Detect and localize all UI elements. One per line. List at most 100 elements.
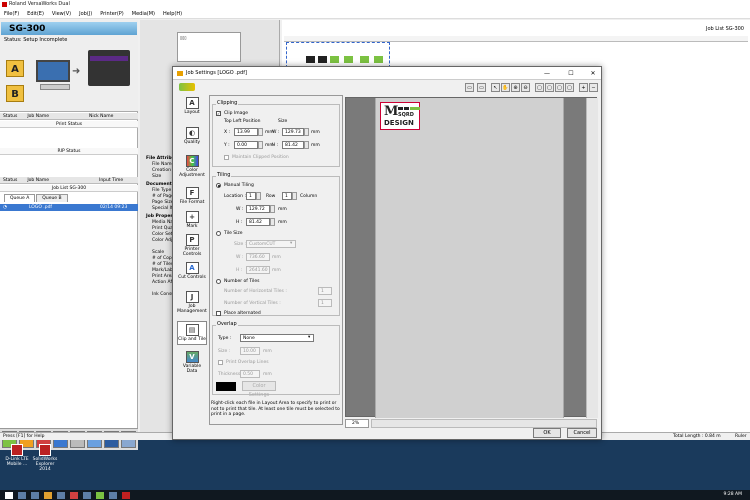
vertical-tiles-field[interactable]: 1 bbox=[318, 299, 332, 307]
tile-w-field[interactable]: 129.72 bbox=[246, 205, 270, 213]
fit-height-icon[interactable]: ▢ bbox=[555, 83, 564, 92]
overlap-type-select[interactable]: None bbox=[240, 334, 314, 342]
overlap-size-field[interactable]: 10.00 bbox=[240, 347, 260, 355]
sidebar-item-cut-controls[interactable]: A Cut Controls bbox=[177, 262, 207, 280]
hand-icon[interactable]: ✋ bbox=[501, 83, 510, 92]
cancel-button[interactable]: Cancel bbox=[567, 428, 597, 438]
tile-h-field[interactable]: 81.42 bbox=[246, 218, 270, 226]
taskbar-app-icon[interactable] bbox=[31, 491, 39, 499]
job-row[interactable]: ◔ LOGO .pdf 02/14 09:23 bbox=[0, 204, 138, 211]
ok-button[interactable]: OK bbox=[533, 428, 561, 438]
tile-size-select[interactable]: CustomCUT bbox=[246, 240, 296, 248]
taskbar-app-icon[interactable] bbox=[109, 491, 117, 499]
clip-w-spinner[interactable] bbox=[304, 128, 309, 136]
clip-h-spinner[interactable] bbox=[304, 141, 309, 149]
sidebar-item-printer-controls[interactable]: P Printer Controls bbox=[177, 234, 207, 257]
settings-toolbar-icon[interactable] bbox=[179, 83, 195, 91]
desktop-icon-dlink[interactable]: D-Link LTE Mobile ... bbox=[2, 444, 32, 467]
col-nick-name[interactable]: Nick Name bbox=[49, 113, 113, 119]
clip-y-field[interactable]: 0.00 bbox=[234, 141, 258, 149]
menu-edit[interactable]: Edit(E) bbox=[23, 9, 48, 18]
color-settings-button[interactable]: Color Settings bbox=[242, 381, 276, 398]
taskbar-app-icon[interactable] bbox=[122, 491, 130, 499]
chevron-down-icon[interactable]: ▾ bbox=[290, 241, 292, 246]
clip-x-spinner[interactable] bbox=[258, 128, 263, 136]
close-icon[interactable]: ✕ bbox=[585, 67, 601, 80]
remove-icon[interactable]: − bbox=[589, 83, 598, 92]
col-job-name[interactable]: Job Name bbox=[17, 177, 49, 183]
layout-media-sheet[interactable] bbox=[286, 42, 390, 68]
actual-size-icon[interactable]: ▢ bbox=[565, 83, 574, 92]
number-of-tiles-radio[interactable] bbox=[216, 279, 221, 284]
queue-a-button[interactable]: A bbox=[6, 60, 24, 77]
overlap-color-swatch[interactable] bbox=[216, 382, 236, 391]
taskbar-app-icon[interactable] bbox=[96, 491, 104, 499]
chevron-down-icon[interactable]: ▾ bbox=[308, 335, 310, 340]
menu-printer[interactable]: Printer(P) bbox=[96, 9, 128, 18]
row-spinner[interactable] bbox=[292, 192, 297, 200]
preview-area[interactable]: M SQRD DESIGN bbox=[345, 97, 598, 418]
tab-queue-a[interactable]: Queue A bbox=[4, 194, 36, 202]
tile-size-h-field[interactable]: 2641.60 bbox=[246, 266, 270, 274]
job-thumbnail[interactable]: ▯▯▯ bbox=[177, 32, 241, 62]
menu-media[interactable]: Media(M) bbox=[128, 9, 159, 18]
taskbar-app-icon[interactable] bbox=[18, 491, 26, 499]
sidebar-item-layout[interactable]: A Layout bbox=[177, 97, 207, 115]
thickness-field[interactable]: 0.50 bbox=[240, 370, 260, 378]
zoom-in-icon[interactable]: ⊕ bbox=[511, 83, 520, 92]
sidebar-item-mark[interactable]: + Mark bbox=[177, 211, 207, 229]
menu-job[interactable]: Job(J) bbox=[75, 9, 96, 18]
clip-image-checkbox[interactable]: ✓ bbox=[216, 111, 221, 116]
location-spinner[interactable] bbox=[256, 192, 261, 200]
pointer-icon[interactable]: ↖ bbox=[491, 83, 500, 92]
desktop-icon-solidworks[interactable]: SolidWorks Explorer 2014 bbox=[30, 444, 60, 472]
col-status[interactable]: Status bbox=[0, 177, 17, 183]
preview-horizontal-scrollbar[interactable] bbox=[371, 419, 597, 428]
menu-view[interactable]: View(V) bbox=[48, 9, 75, 18]
maximize-icon[interactable]: ☐ bbox=[563, 67, 579, 80]
clip-x-field[interactable]: 13.99 bbox=[234, 128, 258, 136]
manual-tiling-radio[interactable] bbox=[216, 183, 221, 188]
col-input-time[interactable]: Input Time bbox=[49, 177, 123, 183]
zoom-out-icon[interactable]: ⊖ bbox=[521, 83, 530, 92]
sidebar-item-file-format[interactable]: F File Format bbox=[177, 187, 207, 205]
row-field[interactable]: 1 bbox=[282, 192, 292, 200]
sidebar-item-job-management[interactable]: J Job Management bbox=[177, 291, 207, 314]
menu-file[interactable]: File(F) bbox=[0, 9, 23, 18]
taskbar-app-icon[interactable] bbox=[44, 491, 52, 499]
sidebar-item-quality[interactable]: ◐ Quality bbox=[177, 127, 207, 145]
place-alternated-checkbox[interactable] bbox=[216, 311, 221, 316]
add-icon[interactable]: + bbox=[579, 83, 588, 92]
taskbar-clock[interactable]: 9:28 AM bbox=[724, 490, 743, 500]
fit-width-icon[interactable]: ▢ bbox=[545, 83, 554, 92]
sidebar-item-color-adjustment[interactable]: C Color Adjustment bbox=[177, 155, 207, 178]
tab-queue-b[interactable]: Queue B bbox=[36, 194, 68, 202]
maintain-position-checkbox[interactable] bbox=[224, 155, 229, 160]
open-icon[interactable]: ▭ bbox=[465, 83, 474, 92]
menu-help[interactable]: Help(H) bbox=[159, 9, 186, 18]
minimize-icon[interactable]: — bbox=[539, 67, 555, 80]
clip-h-field[interactable]: 81.42 bbox=[282, 141, 304, 149]
start-icon[interactable] bbox=[5, 491, 13, 499]
zoom-level[interactable]: 2% bbox=[345, 419, 369, 428]
horizontal-tiles-field[interactable]: 1 bbox=[318, 287, 332, 295]
status-ruler[interactable]: Ruler bbox=[735, 433, 747, 441]
taskbar-app-icon[interactable] bbox=[70, 491, 78, 499]
tile-w-spinner[interactable] bbox=[270, 205, 275, 213]
preview-logo[interactable]: M SQRD DESIGN bbox=[380, 102, 420, 130]
clip-w-field[interactable]: 129.73 bbox=[282, 128, 304, 136]
clip-y-spinner[interactable] bbox=[258, 141, 263, 149]
fit-page-icon[interactable]: ▢ bbox=[535, 83, 544, 92]
queue-b-button[interactable]: B bbox=[6, 85, 24, 102]
print-overlap-lines-checkbox[interactable] bbox=[218, 360, 223, 365]
sidebar-item-variable-data[interactable]: V Variable Data bbox=[177, 351, 207, 374]
tile-size-radio[interactable] bbox=[216, 231, 221, 236]
taskbar-app-icon[interactable] bbox=[57, 491, 65, 499]
tile-h-spinner[interactable] bbox=[270, 218, 275, 226]
col-job-name[interactable]: Job Name bbox=[17, 113, 49, 119]
save-icon[interactable]: ▭ bbox=[477, 83, 486, 92]
col-status[interactable]: Status bbox=[0, 113, 17, 119]
location-field[interactable]: 1 bbox=[246, 192, 256, 200]
tile-size-w-field[interactable]: 736.60 bbox=[246, 253, 270, 261]
preview-vertical-scrollbar[interactable] bbox=[586, 98, 598, 418]
